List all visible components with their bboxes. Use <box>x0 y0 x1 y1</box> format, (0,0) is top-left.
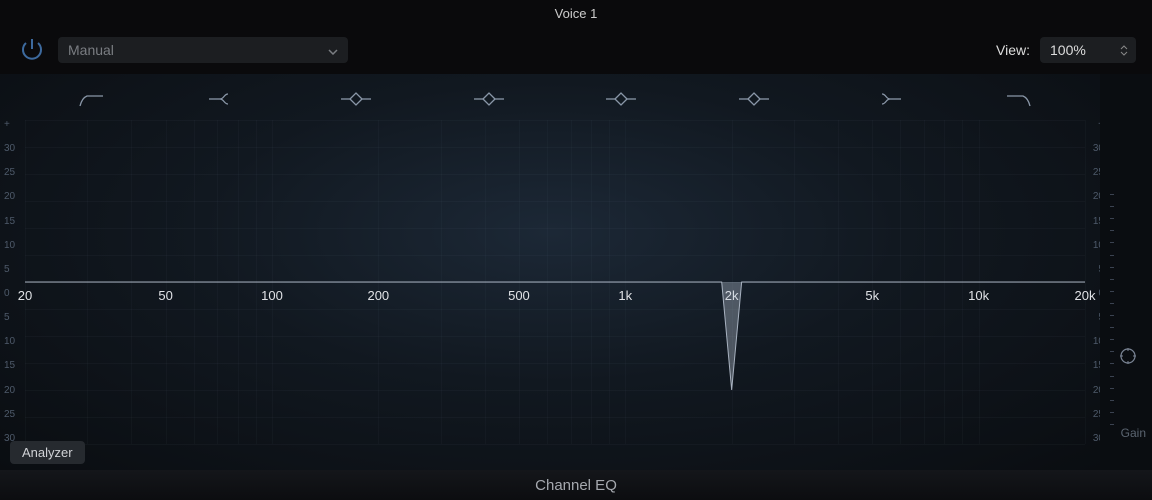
title-text: Voice 1 <box>555 6 598 21</box>
analyzer-button[interactable]: Analyzer <box>10 441 85 464</box>
gain-knob-icon <box>1118 346 1138 366</box>
view-zoom-select[interactable]: 100% <box>1040 37 1136 63</box>
freq-label: 2k <box>725 288 739 303</box>
band-highshelf-icon[interactable] <box>820 90 953 108</box>
footer: Channel EQ <box>0 470 1152 500</box>
gain-strip: Gain <box>1100 74 1152 470</box>
power-icon <box>18 36 46 64</box>
stepper-icon <box>1120 45 1128 56</box>
freq-label: 10k <box>968 288 989 303</box>
toolbar: Manual View: 100% <box>0 26 1152 74</box>
band-bell-icon[interactable] <box>290 90 423 108</box>
gain-knob[interactable] <box>1118 346 1138 366</box>
plugin-name: Channel EQ <box>535 477 617 494</box>
chevron-down-icon <box>328 42 338 58</box>
freq-label: 100 <box>261 288 283 303</box>
band-icon-row <box>25 84 1085 114</box>
freq-label: 200 <box>367 288 389 303</box>
gain-ruler <box>1106 194 1114 424</box>
freq-label: 20 <box>18 288 32 303</box>
band-bell-icon[interactable] <box>423 90 556 108</box>
eq-grid: 20501002005001k2k5k10k20k <box>25 120 1085 444</box>
freq-label: 500 <box>508 288 530 303</box>
band-bell-icon[interactable] <box>688 90 821 108</box>
preset-select[interactable]: Manual <box>58 37 348 63</box>
band-lowpass-icon[interactable] <box>953 90 1086 108</box>
band-bell-icon[interactable] <box>555 90 688 108</box>
freq-label: 50 <box>158 288 172 303</box>
power-button[interactable] <box>16 34 48 66</box>
band-lowshelf-icon[interactable] <box>158 90 291 108</box>
y-axis-left: +30252015105051015202530 <box>0 120 25 444</box>
view-zoom-value: 100% <box>1050 42 1086 58</box>
window-title: Voice 1 <box>0 0 1152 26</box>
freq-label: 1k <box>618 288 632 303</box>
eq-graph[interactable]: +30252015105051015202530 +30252015105051… <box>0 74 1100 470</box>
view-label: View: <box>996 42 1030 58</box>
freq-label: 5k <box>865 288 879 303</box>
band-highpass-icon[interactable] <box>25 90 158 108</box>
freq-label: 20k <box>1075 288 1096 303</box>
gain-label: Gain <box>1121 426 1146 440</box>
preset-value: Manual <box>68 42 114 58</box>
analyzer-label: Analyzer <box>22 445 73 460</box>
